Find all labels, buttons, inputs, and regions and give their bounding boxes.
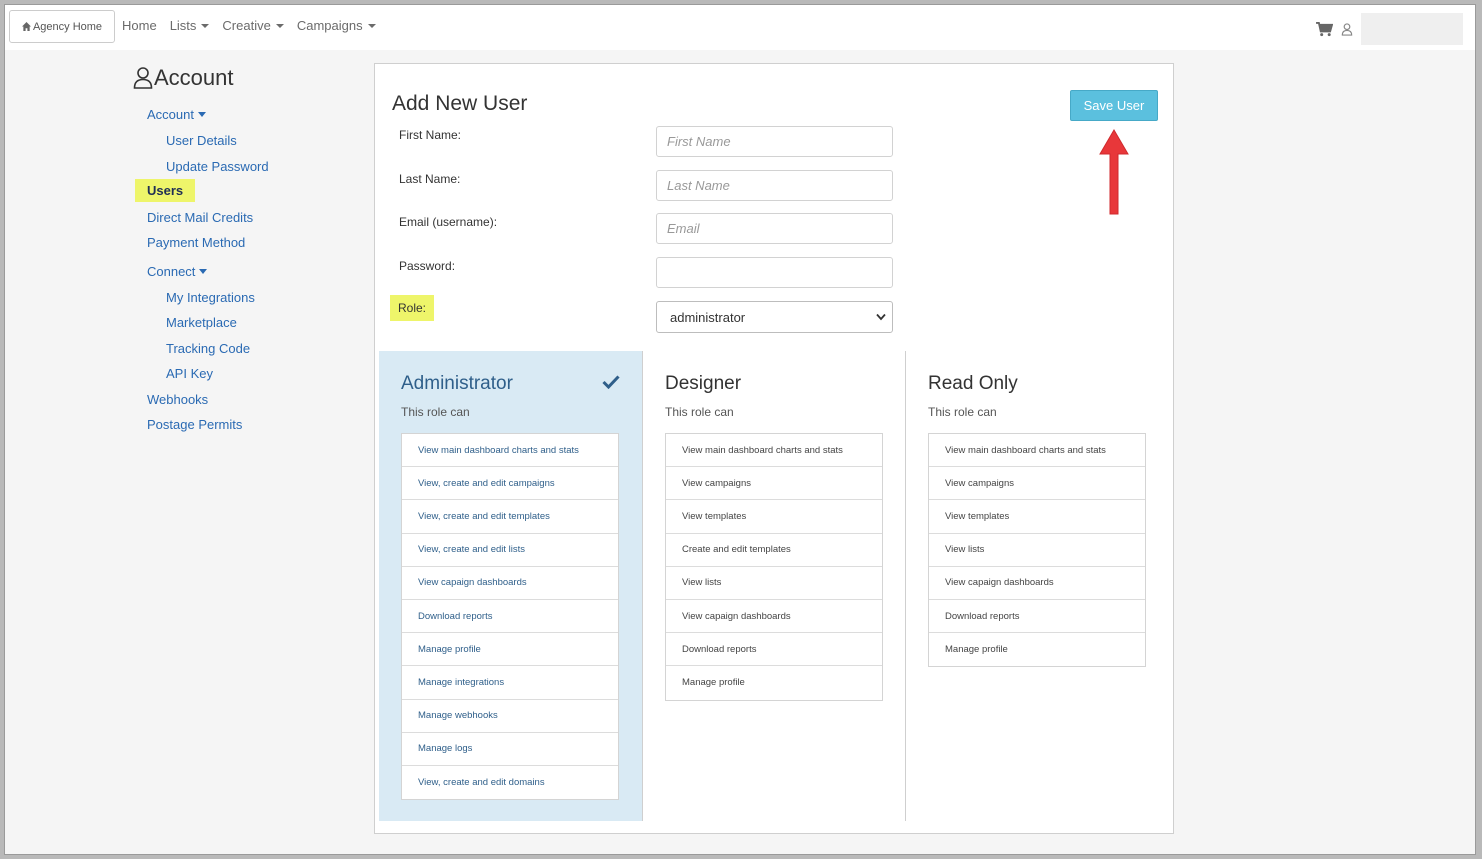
role-select-value: administrator (670, 309, 746, 325)
checkmark-icon (602, 375, 620, 389)
user-outline-icon (133, 67, 153, 89)
sidebar-item-account[interactable]: Account (147, 107, 206, 122)
caret-down-icon (199, 269, 208, 274)
caret-down-icon (367, 23, 376, 28)
permission-item: View capaign dashboards (666, 600, 882, 634)
role-subtitle: This role can (928, 405, 997, 419)
permission-item: Manage profile (945, 644, 1008, 656)
permission-item: View, create and edit campaigns (402, 467, 618, 501)
nav-home[interactable]: Home (122, 18, 157, 33)
sidebar-item-users[interactable]: Users (135, 179, 196, 202)
permission-item: Download reports (929, 600, 1145, 634)
nav-lists-label: Lists (169, 18, 197, 33)
role-subtitle: This role can (401, 405, 470, 419)
page-title: Add New User (392, 92, 528, 115)
nav-creative-label: Creative (222, 18, 271, 33)
permission-item: View capaign dashboards (402, 567, 618, 600)
main-nav: Home Lists Creative Campaigns (122, 18, 389, 33)
permission-item: View campaigns (929, 467, 1145, 501)
account-sidebar: Account Account User Details Update Pass… (133, 63, 333, 432)
account-title: Account (154, 65, 234, 90)
sidebar-item-my-integrations[interactable]: My Integrations (166, 290, 255, 305)
permission-list: View main dashboard charts and stats Vie… (928, 433, 1146, 668)
role-subtitle: This role can (665, 405, 734, 419)
permission-item: Create and edit templates (666, 534, 882, 567)
account-heading: Account (133, 63, 333, 93)
role-card-read-only[interactable]: Read Only This role can View main dashbo… (906, 351, 1168, 821)
sidebar-item-postage-permits[interactable]: Postage Permits (147, 417, 242, 432)
cart-icon[interactable] (1316, 21, 1333, 37)
nav-lists[interactable]: Lists (170, 18, 210, 33)
nav-creative[interactable]: Creative (222, 18, 284, 33)
sidebar-item-direct-mail-credits[interactable]: Direct Mail Credits (147, 210, 253, 225)
last-name-label: Last Name: (399, 172, 461, 186)
permission-list: View main dashboard charts and stats Vie… (665, 433, 883, 701)
role-label: Role: (390, 295, 435, 321)
permission-item: Manage profile (682, 677, 745, 689)
permission-item: View, create and edit domains (418, 776, 545, 788)
role-card-administrator[interactable]: Administrator This role can View main da… (379, 351, 642, 821)
permission-item: View lists (929, 534, 1145, 567)
sidebar-item-api-key[interactable]: API Key (166, 366, 213, 381)
email-input[interactable]: Email (656, 213, 893, 244)
save-user-button[interactable]: Save User (1070, 90, 1158, 121)
permission-item: View capaign dashboards (929, 567, 1145, 600)
permission-item: View main dashboard charts and stats (402, 434, 618, 468)
agency-home-button[interactable]: Agency Home (9, 10, 115, 43)
annotation-arrow-icon (1099, 129, 1129, 215)
permission-item: Download reports (666, 633, 882, 667)
sidebar-item-account-label: Account (147, 107, 194, 122)
caret-down-icon (197, 112, 206, 117)
agency-home-label: Agency Home (32, 20, 103, 33)
permission-item: View campaigns (666, 467, 882, 501)
permission-item: Manage logs (402, 733, 618, 766)
permission-item: View lists (666, 567, 882, 600)
first-name-input[interactable]: First Name (656, 126, 893, 157)
sidebar-item-webhooks[interactable]: Webhooks (147, 392, 208, 407)
add-user-panel: Add New User Save User First Name: First… (374, 63, 1174, 834)
sidebar-item-marketplace[interactable]: Marketplace (166, 315, 237, 330)
first-name-label: First Name: (399, 128, 462, 142)
nav-right-tools (1316, 13, 1463, 45)
chevron-down-icon (876, 313, 886, 321)
permission-item: View templates (929, 500, 1145, 534)
nav-campaigns[interactable]: Campaigns (297, 18, 376, 33)
permission-item: Manage profile (402, 633, 618, 667)
sidebar-item-update-password[interactable]: Update Password (166, 159, 269, 174)
password-label: Password: (399, 259, 456, 273)
nav-home-label: Home (122, 18, 157, 33)
sidebar-item-payment-method[interactable]: Payment Method (147, 235, 245, 250)
permission-item: View main dashboard charts and stats (929, 434, 1145, 468)
user-menu-placeholder[interactable] (1361, 13, 1463, 45)
permission-item: Manage integrations (402, 666, 618, 700)
sidebar-item-connect[interactable]: Connect (147, 264, 208, 279)
user-icon[interactable] (1341, 22, 1353, 36)
permission-item: View, create and edit lists (402, 534, 618, 567)
sidebar-item-tracking-code[interactable]: Tracking Code (166, 341, 250, 356)
permission-list: View main dashboard charts and stats Vie… (401, 433, 619, 801)
last-name-input[interactable]: Last Name (656, 170, 893, 201)
permission-item: View, create and edit templates (402, 500, 618, 534)
role-title: Administrator (401, 373, 513, 394)
sidebar-item-connect-label: Connect (147, 264, 196, 279)
app-window: Agency Home Home Lists Creative Campaign… (4, 4, 1476, 855)
permission-item: View main dashboard charts and stats (666, 434, 882, 468)
role-card-designer[interactable]: Designer This role can View main dashboa… (643, 351, 905, 821)
caret-down-icon (275, 23, 284, 28)
permission-item: Manage webhooks (402, 700, 618, 733)
home-icon (21, 22, 31, 31)
nav-campaigns-label: Campaigns (296, 18, 363, 33)
password-input[interactable] (656, 257, 893, 288)
role-title: Designer (665, 373, 742, 394)
role-title: Read Only (928, 373, 1018, 394)
top-navbar: Agency Home Home Lists Creative Campaign… (5, 5, 1475, 50)
role-select[interactable]: administrator (656, 301, 893, 333)
permission-item: Download reports (402, 600, 618, 634)
email-label: Email (username): (399, 215, 498, 229)
caret-down-icon (201, 23, 210, 28)
permission-item: View templates (666, 500, 882, 534)
sidebar-item-user-details[interactable]: User Details (166, 133, 237, 148)
